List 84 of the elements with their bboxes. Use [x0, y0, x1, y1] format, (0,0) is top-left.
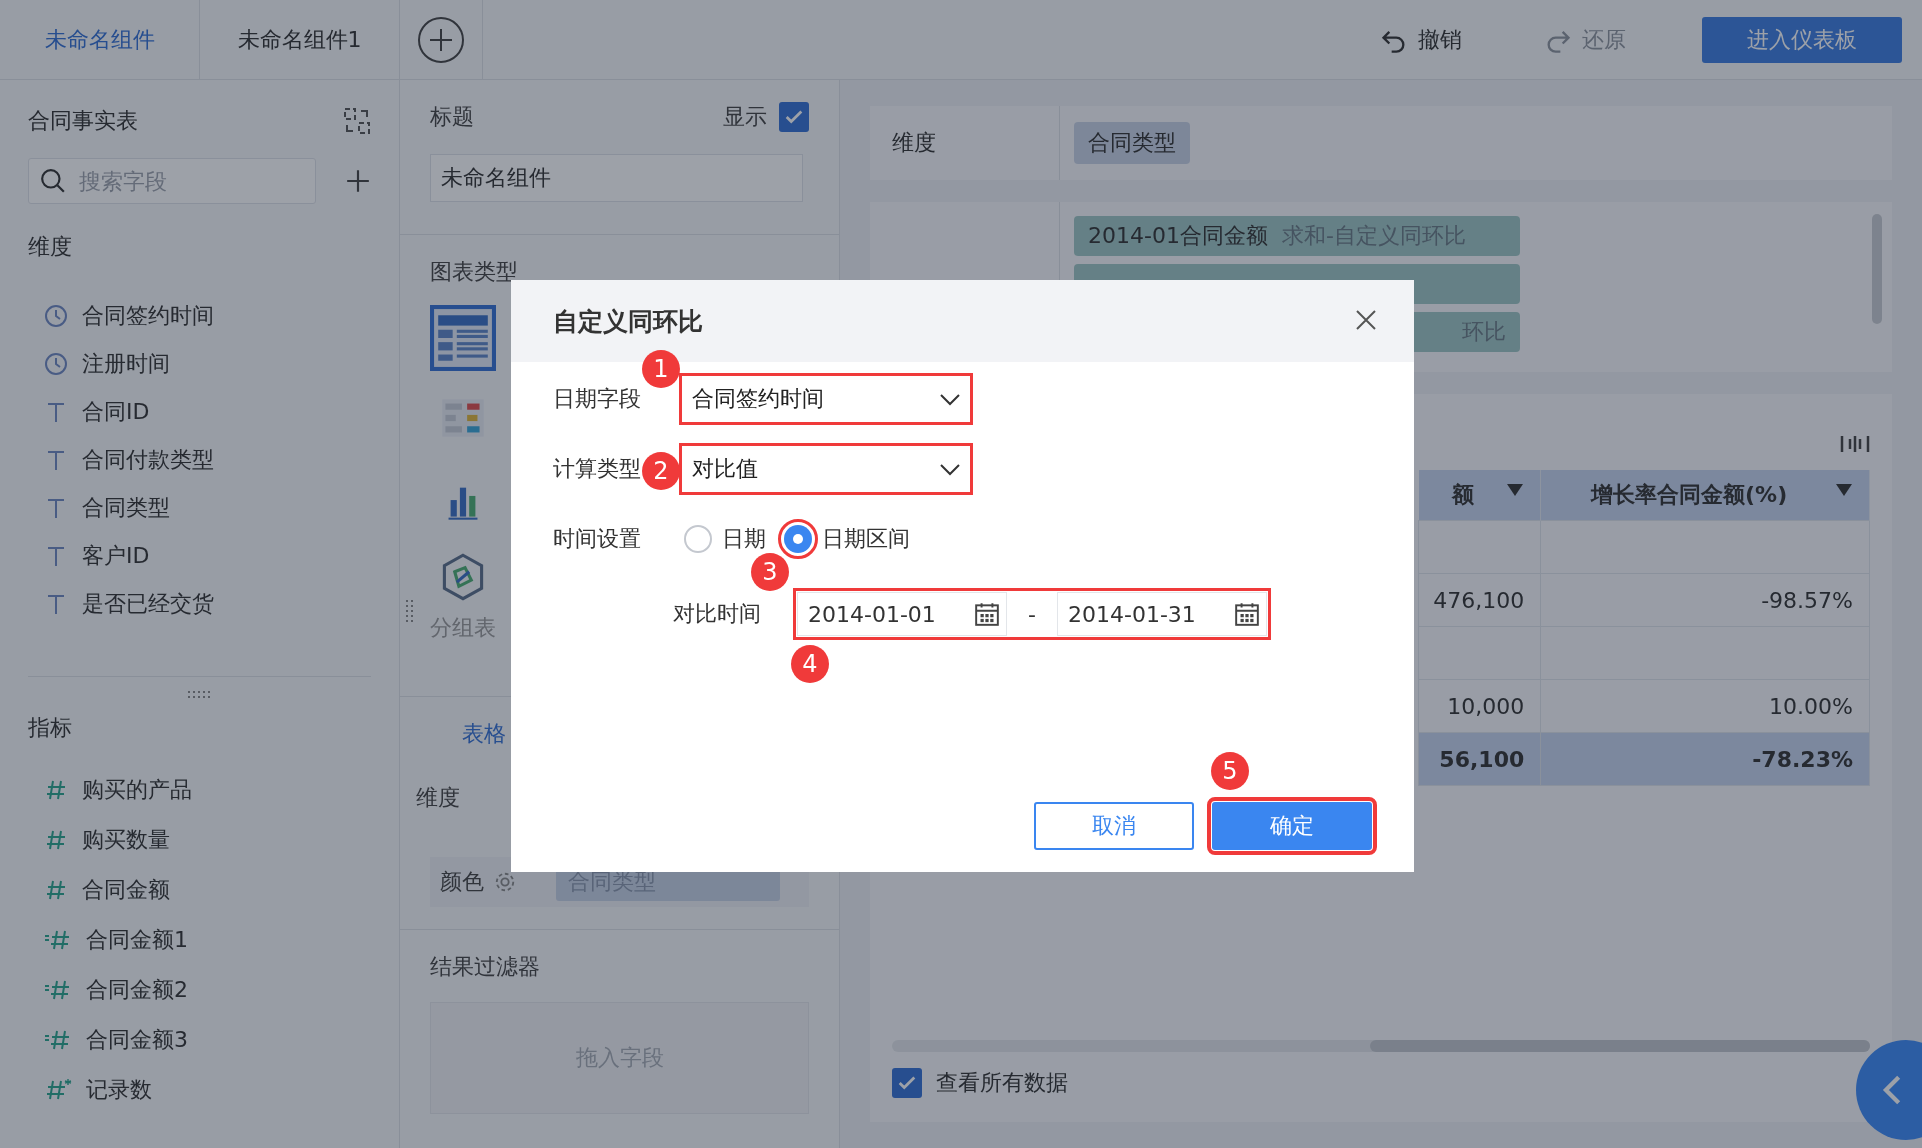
search-icon	[40, 168, 66, 194]
show-label: 显示	[723, 103, 767, 131]
field-label: 日期字段	[553, 386, 641, 411]
measure-field[interactable]: 合同金额1	[86, 925, 188, 955]
drag-handle-icon[interactable]	[406, 600, 414, 624]
dropdown-triangle-icon[interactable]	[1836, 484, 1852, 496]
total-cell: 56,100	[1418, 732, 1541, 786]
dimension-field[interactable]: 客户ID	[82, 541, 150, 571]
table-chart-icon[interactable]	[430, 305, 496, 371]
chart-type-label: 图表类型	[430, 259, 518, 284]
switch-table-icon[interactable]	[343, 107, 371, 135]
hash-icon	[44, 878, 68, 902]
drag-handle-icon[interactable]	[187, 691, 212, 699]
show-all-label: 查看所有数据	[936, 1069, 1068, 1097]
add-icon[interactable]	[417, 15, 465, 64]
dimension-field[interactable]: 合同ID	[82, 397, 150, 427]
gear-icon[interactable]	[494, 871, 516, 893]
dimension-field[interactable]: 合同签约时间	[82, 301, 214, 331]
date-range-field[interactable]: 2014-01-01 - 2014-01-31	[795, 590, 1269, 638]
show-all-checkbox[interactable]	[892, 1068, 922, 1098]
component-tab[interactable]: 未命名组件1	[200, 0, 400, 79]
measure-field[interactable]: 合同金额2	[86, 975, 188, 1005]
title-label: 标题	[430, 103, 474, 131]
scrollbar[interactable]	[892, 1040, 1870, 1052]
step-badge: 3	[751, 553, 789, 591]
component-tab[interactable]: 未命名组件	[0, 0, 200, 79]
calendar-icon[interactable]	[1234, 601, 1260, 627]
table-name: 合同事实表	[28, 107, 138, 135]
field-label: 计算类型	[553, 456, 641, 481]
calculated-hash-icon	[44, 1028, 72, 1052]
dimension-label: 维度	[416, 785, 460, 810]
cancel-button[interactable]: 取消	[1034, 802, 1194, 850]
hash-icon	[44, 778, 68, 802]
step-badge: 1	[642, 350, 680, 388]
dimension-label: 维度	[892, 129, 936, 157]
calc-type-select[interactable]: 对比值	[681, 445, 971, 493]
dimension-pill[interactable]: 合同类型	[1074, 122, 1190, 164]
dimension-field[interactable]: 合同类型	[82, 493, 170, 523]
dimension-field[interactable]: 注册时间	[82, 349, 170, 379]
field-label: 对比时间	[673, 600, 762, 628]
chart-type-name: 分组表	[430, 614, 496, 642]
table-cell: -98.57%	[1540, 573, 1870, 627]
column-header[interactable]: 增长率合同金额(%)	[1540, 470, 1870, 521]
hash-icon	[44, 828, 68, 852]
undo-button[interactable]: 撤销	[1374, 0, 1468, 79]
radio-icon[interactable]	[684, 525, 712, 553]
search-field[interactable]: 搜索字段	[28, 158, 316, 204]
measure-field[interactable]: 购买数量	[82, 825, 170, 855]
measure-field[interactable]: 记录数	[86, 1075, 152, 1105]
calendar-icon[interactable]	[974, 601, 1000, 627]
show-checkbox[interactable]	[779, 102, 809, 132]
dimension-field[interactable]: 是否已经交货	[82, 589, 214, 619]
table-cell: 476,100	[1418, 573, 1541, 627]
calculated-hash-icon	[44, 978, 72, 1002]
measure-field[interactable]: 合同金额3	[86, 1025, 188, 1055]
title-input[interactable]: 未命名组件	[430, 154, 803, 202]
total-cell: -78.23%	[1540, 732, 1870, 786]
enter-dashboard-button[interactable]: 进入仪表板	[1702, 16, 1902, 63]
range-separator: -	[1027, 601, 1037, 627]
filter-label: 结果过滤器	[430, 954, 540, 979]
column-width-icon[interactable]	[1840, 434, 1870, 454]
step-badge: 2	[642, 452, 680, 490]
clock-icon	[44, 352, 68, 376]
table-cell: 10.00%	[1540, 679, 1870, 733]
table-cell: 10,000	[1418, 679, 1541, 733]
step-badge: 5	[1211, 752, 1249, 790]
hash-star-icon	[44, 1078, 72, 1102]
add-icon[interactable]	[345, 168, 371, 194]
measure-field[interactable]: 购买的产品	[82, 775, 192, 805]
dropdown-triangle-icon[interactable]	[1507, 484, 1524, 496]
measure-field[interactable]: 合同金额	[82, 875, 170, 905]
field-label: 时间设置	[553, 526, 641, 551]
table-tab[interactable]: 表格	[462, 721, 506, 746]
scrollbar[interactable]	[1872, 214, 1882, 324]
clock-icon	[44, 304, 68, 328]
column-header[interactable]: 额	[1418, 470, 1541, 521]
dialog-title: 自定义同环比	[553, 305, 703, 338]
section-title: 指标	[28, 714, 73, 742]
date-field-select[interactable]: 合同签约时间	[681, 375, 971, 423]
color-label: 颜色	[440, 868, 484, 896]
dimension-field[interactable]: 合同付款类型	[82, 445, 214, 475]
calculated-hash-icon	[44, 928, 72, 952]
step-badge: 4	[791, 645, 829, 683]
section-title: 维度	[28, 233, 73, 261]
